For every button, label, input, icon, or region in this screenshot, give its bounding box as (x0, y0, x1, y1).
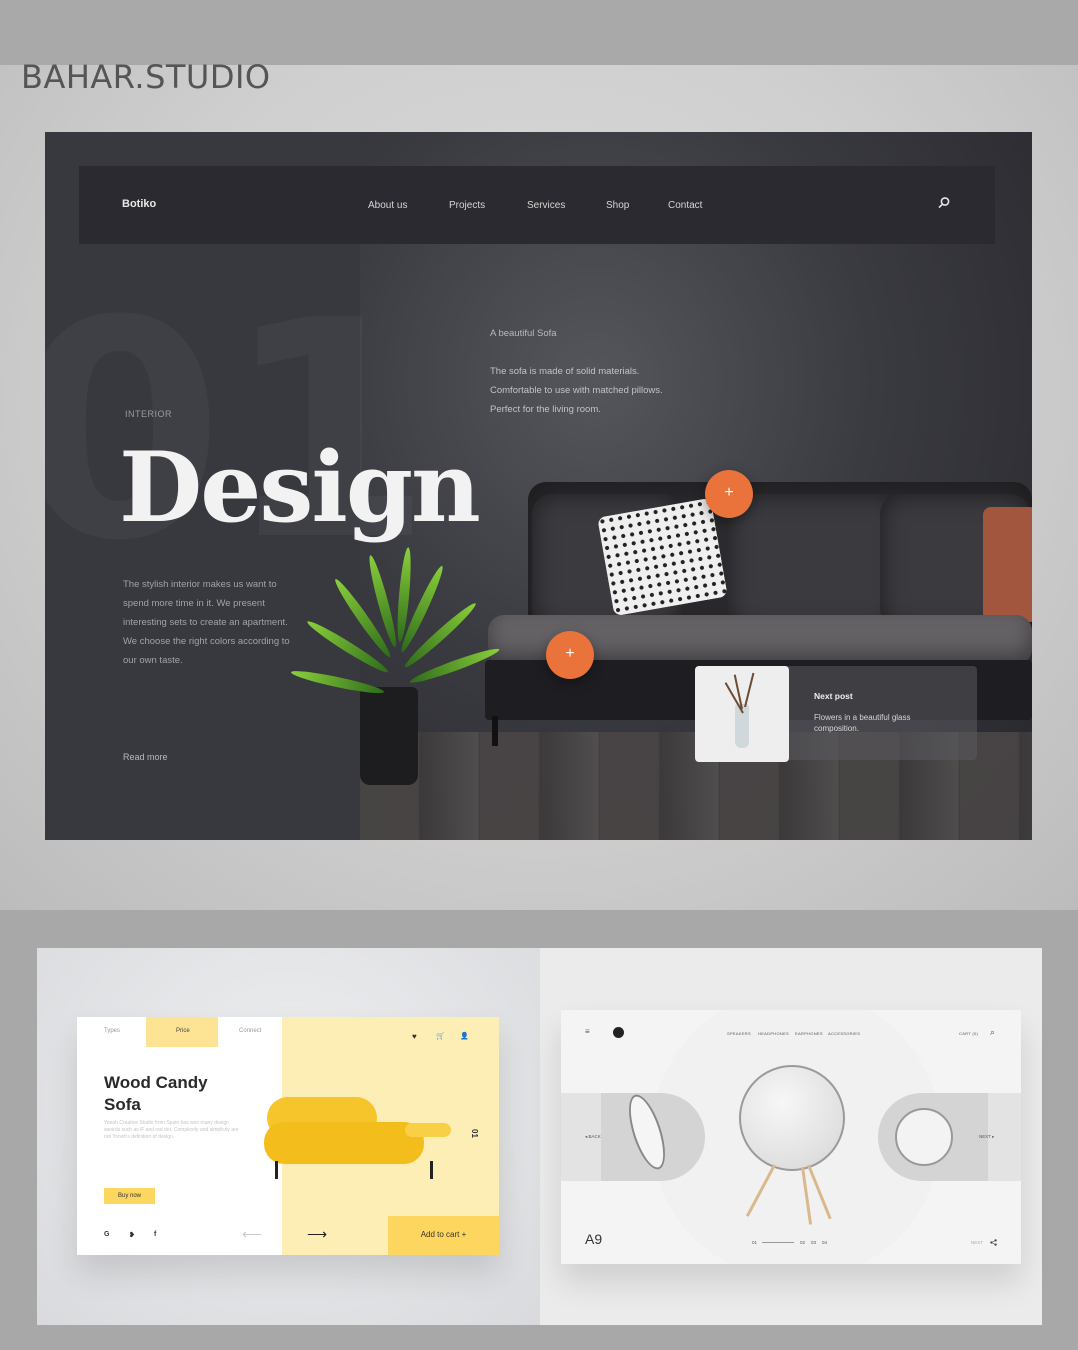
site-logo[interactable]: Botiko (122, 198, 156, 210)
section-eyebrow: INTERIOR (125, 409, 173, 419)
hero-headline: Design (119, 431, 481, 544)
tab-price[interactable]: Price (176, 1028, 190, 1034)
next-post-title: Next post (814, 691, 853, 701)
arrow-right-icon[interactable]: ⟶ (307, 1226, 327, 1243)
nav-item-shop[interactable]: Shop (606, 200, 629, 211)
next-link[interactable]: NEXT (971, 1240, 983, 1245)
hero-description: The stylish interior makes us want to sp… (123, 579, 290, 666)
brand-logo-icon[interactable] (613, 1027, 624, 1038)
brand-title: BAHAR.STUDIO (21, 58, 271, 96)
hotspot-plus-button[interactable]: + (705, 470, 753, 518)
cart-icon[interactable]: 🛒 (436, 1032, 445, 1040)
add-to-cart-button[interactable]: Add to cart + (388, 1216, 499, 1255)
pager-02[interactable]: 02 (800, 1240, 805, 1245)
twitter-icon[interactable]: ❥ (129, 1231, 135, 1239)
next-post-thumbnail[interactable] (695, 666, 789, 762)
google-icon[interactable]: G (104, 1231, 109, 1238)
a9-speaker-image (739, 1065, 845, 1171)
pager-04[interactable]: 04 (822, 1240, 827, 1245)
nav-earphones[interactable]: EARPHONES (795, 1031, 823, 1036)
pager-line (762, 1242, 794, 1243)
next-button[interactable]: NEXT ▸ (979, 1134, 994, 1140)
a9-card: ≡ SPEAKERS HEADPHONES EARPHONES ACCESSOR… (561, 1010, 1021, 1264)
next-post-description: Flowers in a beautiful glass composition… (814, 713, 911, 733)
hotspot-plus-button[interactable]: + (546, 631, 594, 679)
slide-number: 01 (469, 1129, 479, 1138)
search-icon[interactable] (937, 196, 951, 210)
product-model-label: A9 (585, 1231, 603, 1247)
arrow-left-icon[interactable]: ⟵ (242, 1226, 262, 1243)
menu-icon[interactable]: ≡ (585, 1027, 590, 1036)
back-button[interactable]: ◂ BACK (585, 1134, 601, 1140)
nav-speakers[interactable]: SPEAKERS (727, 1031, 751, 1036)
nav-item-about[interactable]: About us (368, 200, 407, 211)
nav-accessories[interactable]: ACCESSORIES (828, 1031, 860, 1036)
side-speaker-right (895, 1108, 953, 1166)
buy-now-button[interactable]: Buy now (104, 1188, 155, 1204)
tab-types[interactable]: Types (104, 1028, 120, 1034)
search-icon[interactable]: ⌕ (990, 1027, 995, 1038)
product-title: Wood Candy Sofa (104, 1073, 208, 1114)
pager-01[interactable]: 01 (752, 1240, 757, 1245)
nav-item-projects[interactable]: Projects (449, 200, 485, 211)
houndstooth-pillow (597, 497, 728, 617)
share-icon[interactable] (990, 1239, 997, 1246)
heart-icon[interactable]: ♥ (412, 1032, 417, 1041)
plant-pot (360, 687, 418, 785)
read-more-link[interactable]: Read more (123, 752, 168, 762)
facebook-icon[interactable]: f (154, 1231, 156, 1238)
sofa-title: A beautiful Sofa (490, 328, 557, 339)
sofa-leg (492, 716, 498, 746)
tab-connect[interactable]: Connect (239, 1028, 261, 1034)
rust-pillow (983, 507, 1032, 622)
cart-link[interactable]: CART (0) (959, 1031, 978, 1036)
nav-item-services[interactable]: Services (527, 200, 565, 211)
pager-03[interactable]: 03 (811, 1240, 816, 1245)
hero-mockup: 01 Botiko About us Projects Services Sho… (45, 132, 1032, 840)
product-description: Yonoh Creative Studio from Spain has won… (104, 1120, 239, 1140)
top-navbar: Botiko About us Projects Services Shop C… (79, 166, 995, 244)
nav-headphones[interactable]: HEADPHONES (758, 1031, 789, 1036)
wood-candy-card: Types Price Connect ♥ 🛒 👤 Wood Candy Sof… (77, 1017, 499, 1255)
sofa-cushion (727, 494, 902, 628)
user-icon[interactable]: 👤 (460, 1032, 469, 1040)
nav-item-contact[interactable]: Contact (668, 200, 702, 211)
sofa-description: The sofa is made of solid materials. Com… (490, 366, 663, 415)
top-bar (0, 0, 1078, 65)
